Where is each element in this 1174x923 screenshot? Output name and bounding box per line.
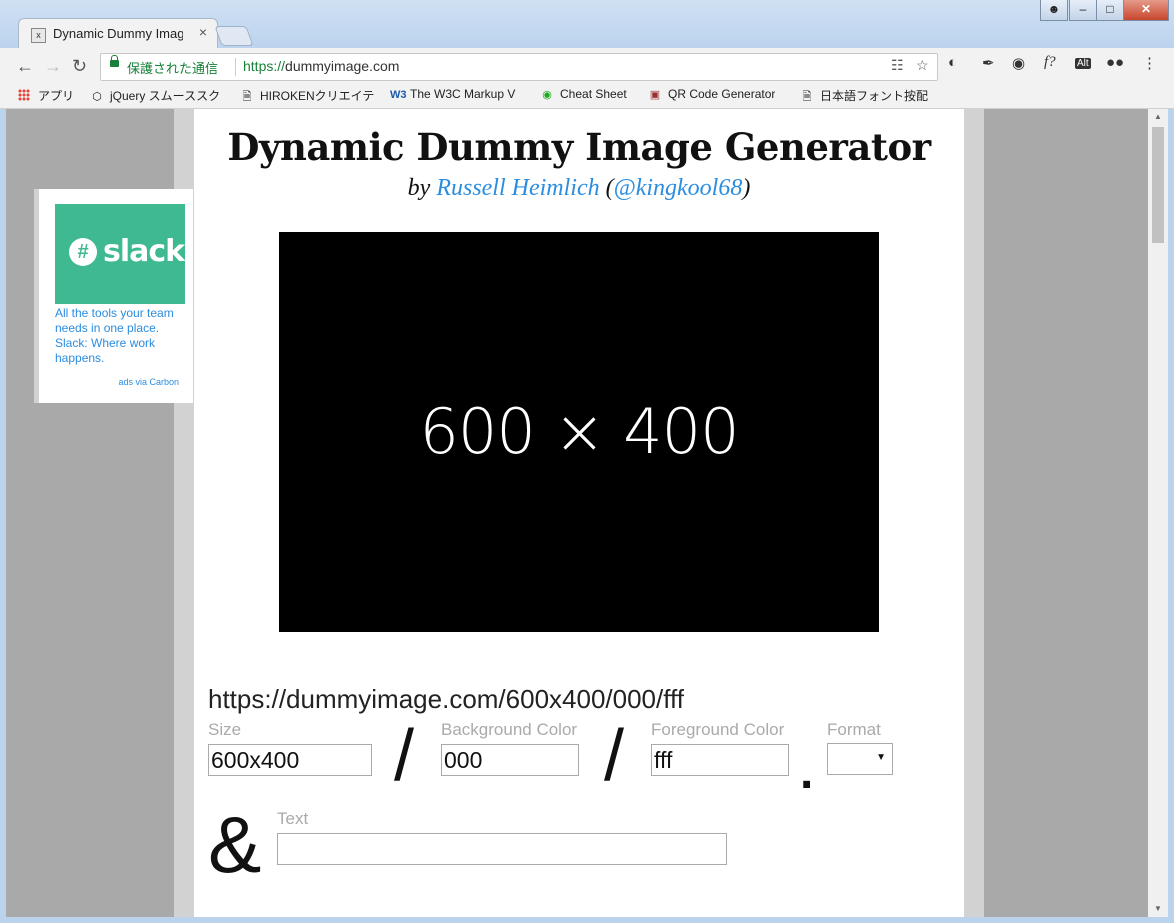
bookmark-label: QR Code Generator bbox=[668, 87, 776, 101]
dot-separator: . bbox=[800, 746, 814, 799]
bookmark-label: Cheat Sheet bbox=[560, 87, 627, 101]
extension-color-wheel-icon[interactable]: ◉ bbox=[1012, 54, 1025, 72]
bookmark-jquery[interactable]: ⬡ jQuery スムーススク bbox=[90, 87, 230, 104]
page-viewport: Dynamic Dummy Image Generator by Russell… bbox=[6, 109, 1148, 917]
maximize-button[interactable]: □ bbox=[1096, 0, 1124, 21]
qr-icon: ▣ bbox=[649, 89, 661, 101]
paren-open: ( bbox=[605, 175, 614, 201]
extension-eyedropper-icon[interactable]: ✒ bbox=[982, 54, 995, 72]
extension-mask-icon[interactable]: ●● bbox=[1106, 54, 1124, 71]
bookmarks-bar: アプリ ⬡ jQuery スムーススク 🗎 HIROKENクリエイテ W3 The W… bbox=[0, 84, 1174, 109]
page-icon: 🗎 bbox=[242, 91, 252, 103]
slash-separator: / bbox=[394, 716, 415, 796]
window-frame-right bbox=[1168, 109, 1174, 923]
slack-logo-icon: # bbox=[69, 238, 97, 266]
lock-icon bbox=[110, 55, 119, 67]
page-content: Dynamic Dummy Image Generator by Russell… bbox=[194, 109, 964, 917]
page-border-right bbox=[964, 109, 984, 917]
bookmark-cheat-sheet[interactable]: ◉ Cheat Sheet bbox=[540, 87, 627, 101]
address-bar[interactable]: 保護された通信 https://dummyimage.com ☷ ☆ bbox=[100, 53, 938, 81]
dummy-image-preview: 600 × 400 bbox=[279, 232, 879, 632]
tab-title: Dynamic Dummy Image Generator bbox=[53, 26, 183, 41]
secure-label: 保護された通信 bbox=[127, 61, 219, 76]
background-color-input[interactable] bbox=[441, 744, 579, 776]
bookmark-star-icon[interactable]: ☆ bbox=[916, 57, 929, 74]
twitter-handle-link[interactable]: @kingkool68 bbox=[614, 175, 743, 201]
cheat-sheet-icon: ◉ bbox=[542, 89, 552, 101]
tab-favicon: x bbox=[31, 28, 46, 43]
ads-via-carbon-link[interactable]: ads via Carbon bbox=[118, 377, 179, 387]
extension-font-icon[interactable]: f? bbox=[1044, 54, 1056, 71]
bookmark-apps[interactable]: アプリ bbox=[18, 87, 74, 104]
minimize-button[interactable]: – bbox=[1069, 0, 1097, 21]
scroll-up-arrow-icon[interactable]: ▲ bbox=[1148, 109, 1168, 125]
format-select[interactable]: ▼ bbox=[827, 743, 893, 775]
reload-icon[interactable]: ↻ bbox=[72, 56, 87, 77]
ampersand: & bbox=[208, 800, 262, 889]
bookmark-hiroken[interactable]: 🗎 HIROKENクリエイテ bbox=[240, 87, 380, 107]
url-scheme: https:// bbox=[243, 58, 286, 74]
page-title: Dynamic Dummy Image Generator bbox=[227, 125, 931, 169]
extension-kiwi-icon[interactable]: ◐ bbox=[948, 54, 957, 71]
back-icon[interactable]: ← bbox=[16, 56, 34, 77]
url-host: dummyimage.com bbox=[285, 58, 400, 74]
extension-alt-icon[interactable]: Alt bbox=[1075, 58, 1091, 69]
w3c-icon: W3 bbox=[390, 89, 407, 101]
bookmark-japanese-fonts[interactable]: 🗎 日本語フォント按配 bbox=[800, 87, 940, 107]
size-label: Size bbox=[208, 720, 242, 739]
page-icon: 🗎 bbox=[802, 91, 812, 103]
forward-icon[interactable]: → bbox=[44, 56, 62, 77]
format-label: Format bbox=[827, 720, 881, 739]
generated-url: https://dummyimage.com/600x400/000/fff bbox=[208, 684, 684, 714]
close-window-button[interactable]: ✕ bbox=[1123, 0, 1169, 21]
bookmark-w3c[interactable]: W3 The W3C Markup V bbox=[390, 87, 530, 101]
slash-separator: / bbox=[604, 716, 625, 796]
text-input[interactable] bbox=[277, 833, 727, 865]
translate-icon[interactable]: ☷ bbox=[891, 57, 904, 74]
carbon-ad[interactable]: # slack All the tools your team needs in… bbox=[34, 189, 193, 403]
slack-ad-image[interactable]: # slack bbox=[55, 204, 185, 304]
divider bbox=[235, 58, 236, 76]
bookmark-qr[interactable]: ▣ QR Code Generator bbox=[648, 87, 776, 101]
by-text: by bbox=[407, 175, 431, 201]
url-text[interactable]: https://dummyimage.com bbox=[243, 58, 399, 74]
menu-dots-icon[interactable]: ⋮ bbox=[1142, 54, 1157, 72]
dropdown-caret-icon: ▼ bbox=[876, 752, 886, 763]
title-bar: x Dynamic Dummy Image Generator × ☻ – □ … bbox=[0, 0, 1174, 49]
author-link[interactable]: Russell Heimlich bbox=[436, 175, 599, 201]
bookmark-label: アプリ bbox=[38, 89, 75, 103]
foreground-color-input[interactable] bbox=[651, 744, 789, 776]
text-label: Text bbox=[277, 809, 309, 828]
vertical-scrollbar[interactable]: ▲ ▼ bbox=[1148, 109, 1168, 917]
bookmark-label: 日本語フォント按配 bbox=[820, 89, 929, 103]
scrollbar-thumb[interactable] bbox=[1152, 127, 1164, 243]
tab-close-icon[interactable]: × bbox=[199, 24, 207, 40]
slack-wordmark: slack bbox=[103, 234, 185, 269]
bookmark-label: The W3C Markup V bbox=[410, 87, 516, 101]
apps-grid-icon bbox=[18, 89, 30, 101]
window-frame-bottom bbox=[0, 917, 1174, 923]
paren-close: ) bbox=[742, 175, 751, 201]
browser-tab[interactable]: x Dynamic Dummy Image Generator × bbox=[18, 18, 218, 49]
preview-dimensions-text: 600 × 400 bbox=[419, 395, 739, 468]
codepen-icon: ⬡ bbox=[92, 91, 102, 103]
browser-window: x Dynamic Dummy Image Generator × ☻ – □ … bbox=[0, 0, 1174, 923]
bookmark-label: HIROKENクリエイテ bbox=[260, 89, 375, 103]
new-tab-button[interactable] bbox=[214, 26, 254, 46]
scroll-down-arrow-icon[interactable]: ▼ bbox=[1148, 901, 1168, 917]
size-input[interactable] bbox=[208, 744, 372, 776]
profile-icon[interactable]: ☻ bbox=[1040, 0, 1068, 21]
foreground-color-label: Foreground Color bbox=[651, 720, 785, 739]
byline: by Russell Heimlich (@kingkool68) bbox=[194, 175, 964, 202]
bookmark-label: jQuery スムーススク bbox=[110, 89, 221, 103]
ad-text-link[interactable]: All the tools your team needs in one pla… bbox=[55, 306, 185, 366]
background-color-label: Background Color bbox=[441, 720, 578, 739]
browser-toolbar: ← → ↻ 保護された通信 https://dummyimage.com ☷ ☆ bbox=[0, 48, 1174, 84]
